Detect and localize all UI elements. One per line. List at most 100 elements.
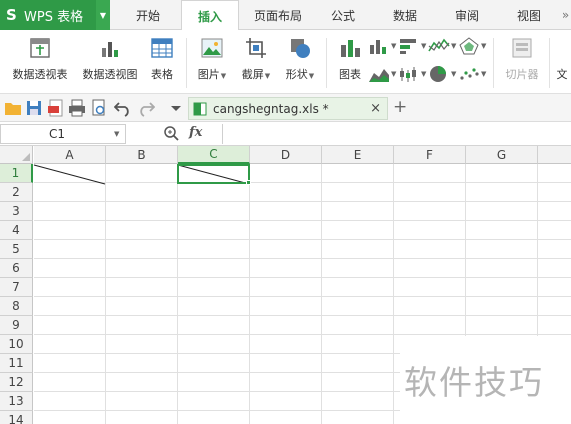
column-header-b[interactable]: B — [106, 146, 178, 164]
document-tab[interactable]: cangshegntag.xls * × — [188, 97, 388, 120]
cell-d12[interactable] — [250, 373, 322, 392]
cell-d2[interactable] — [250, 183, 322, 202]
cell-e12[interactable] — [322, 373, 394, 392]
row-header-12[interactable]: 12 — [0, 373, 33, 392]
tab-more-icon[interactable]: » — [560, 0, 571, 30]
cell-f8[interactable] — [394, 297, 466, 316]
cell-b12[interactable] — [106, 373, 178, 392]
cell-b9[interactable] — [106, 316, 178, 335]
cell-g6[interactable] — [466, 259, 538, 278]
selected-cell-outline[interactable] — [177, 164, 250, 184]
cell-f9[interactable] — [394, 316, 466, 335]
cell-h4[interactable] — [538, 221, 571, 240]
cell-h8[interactable] — [538, 297, 571, 316]
column-header-a[interactable]: A — [34, 146, 106, 164]
app-menu-dropdown-icon[interactable]: ▼ — [96, 0, 110, 30]
column-chart-button[interactable]: ▼ — [368, 35, 396, 57]
cell-g5[interactable] — [466, 240, 538, 259]
cell-b8[interactable] — [106, 297, 178, 316]
cell-b14[interactable] — [106, 411, 178, 424]
save-icon[interactable] — [25, 99, 43, 117]
cell-c8[interactable] — [178, 297, 250, 316]
cell-d4[interactable] — [250, 221, 322, 240]
cell-e11[interactable] — [322, 354, 394, 373]
column-header-e[interactable]: E — [322, 146, 394, 164]
row-header-3[interactable]: 3 — [0, 202, 33, 221]
export-pdf-icon[interactable] — [47, 99, 65, 117]
cell-d8[interactable] — [250, 297, 322, 316]
cell-f6[interactable] — [394, 259, 466, 278]
cell-d3[interactable] — [250, 202, 322, 221]
screenshot-button[interactable]: 截屏▼ — [236, 30, 276, 82]
column-header-partial[interactable] — [538, 146, 571, 164]
bar-chart-button[interactable]: ▼ — [398, 35, 426, 57]
cell-e2[interactable] — [322, 183, 394, 202]
pie-chart-button[interactable]: ▼ — [428, 63, 456, 85]
picture-button[interactable]: 图片▼ — [192, 30, 232, 82]
row-header-2[interactable]: 2 — [0, 183, 33, 202]
cell-a14[interactable] — [34, 411, 106, 424]
cell-b1[interactable] — [106, 164, 178, 183]
cell-b11[interactable] — [106, 354, 178, 373]
cell-c10[interactable] — [178, 335, 250, 354]
area-chart-button[interactable]: ▼ — [368, 63, 396, 85]
insert-function-icon[interactable]: fx — [189, 125, 202, 140]
cell-a4[interactable] — [34, 221, 106, 240]
cell-c5[interactable] — [178, 240, 250, 259]
select-all-corner[interactable] — [0, 146, 33, 164]
cell-e14[interactable] — [322, 411, 394, 424]
cell-e6[interactable] — [322, 259, 394, 278]
cell-a6[interactable] — [34, 259, 106, 278]
cell-e13[interactable] — [322, 392, 394, 411]
formula-input[interactable] — [222, 124, 571, 144]
cell-d6[interactable] — [250, 259, 322, 278]
fill-handle[interactable] — [246, 180, 251, 185]
cell-g9[interactable] — [466, 316, 538, 335]
cell-c13[interactable] — [178, 392, 250, 411]
app-menu-button[interactable]: S WPS 表格 — [0, 0, 110, 30]
row-header-4[interactable]: 4 — [0, 221, 33, 240]
row-header-8[interactable]: 8 — [0, 297, 33, 316]
cell-b5[interactable] — [106, 240, 178, 259]
row-header-5[interactable]: 5 — [0, 240, 33, 259]
name-box[interactable]: C1 — [0, 124, 126, 144]
new-tab-icon[interactable]: + — [393, 97, 407, 117]
cell-g1[interactable] — [466, 164, 538, 183]
cell-d5[interactable] — [250, 240, 322, 259]
cell-h9[interactable] — [538, 316, 571, 335]
cell-d1[interactable] — [250, 164, 322, 183]
tab-page-layout[interactable]: 页面布局 — [244, 0, 312, 30]
name-box-dropdown-icon[interactable]: ▼ — [114, 130, 119, 138]
row-header-1[interactable]: 1 — [0, 164, 33, 183]
cell-b4[interactable] — [106, 221, 178, 240]
cell-d13[interactable] — [250, 392, 322, 411]
open-folder-icon[interactable] — [4, 99, 22, 117]
print-preview-icon[interactable] — [90, 99, 108, 117]
cell-e4[interactable] — [322, 221, 394, 240]
row-header-6[interactable]: 6 — [0, 259, 33, 278]
customize-dropdown-icon[interactable] — [167, 99, 185, 117]
close-tab-icon[interactable]: × — [370, 101, 381, 116]
text-button[interactable]: 文 — [553, 30, 571, 82]
column-header-g[interactable]: G — [466, 146, 538, 164]
cell-h2[interactable] — [538, 183, 571, 202]
row-header-10[interactable]: 10 — [0, 335, 33, 354]
column-header-d[interactable]: D — [250, 146, 322, 164]
tab-formulas[interactable]: 公式 — [318, 0, 368, 30]
tab-data[interactable]: 数据 — [380, 0, 430, 30]
cell-b7[interactable] — [106, 278, 178, 297]
row-header-14[interactable]: 14 — [0, 411, 33, 424]
cell-f3[interactable] — [394, 202, 466, 221]
cell-c6[interactable] — [178, 259, 250, 278]
table-button[interactable]: 表格 — [146, 30, 178, 82]
cell-a11[interactable] — [34, 354, 106, 373]
cell-a3[interactable] — [34, 202, 106, 221]
cell-g8[interactable] — [466, 297, 538, 316]
row-header-7[interactable]: 7 — [0, 278, 33, 297]
cell-c11[interactable] — [178, 354, 250, 373]
cell-h5[interactable] — [538, 240, 571, 259]
cell-h1[interactable] — [538, 164, 571, 183]
print-icon[interactable] — [68, 99, 86, 117]
cell-c2[interactable] — [178, 183, 250, 202]
row-header-13[interactable]: 13 — [0, 392, 33, 411]
